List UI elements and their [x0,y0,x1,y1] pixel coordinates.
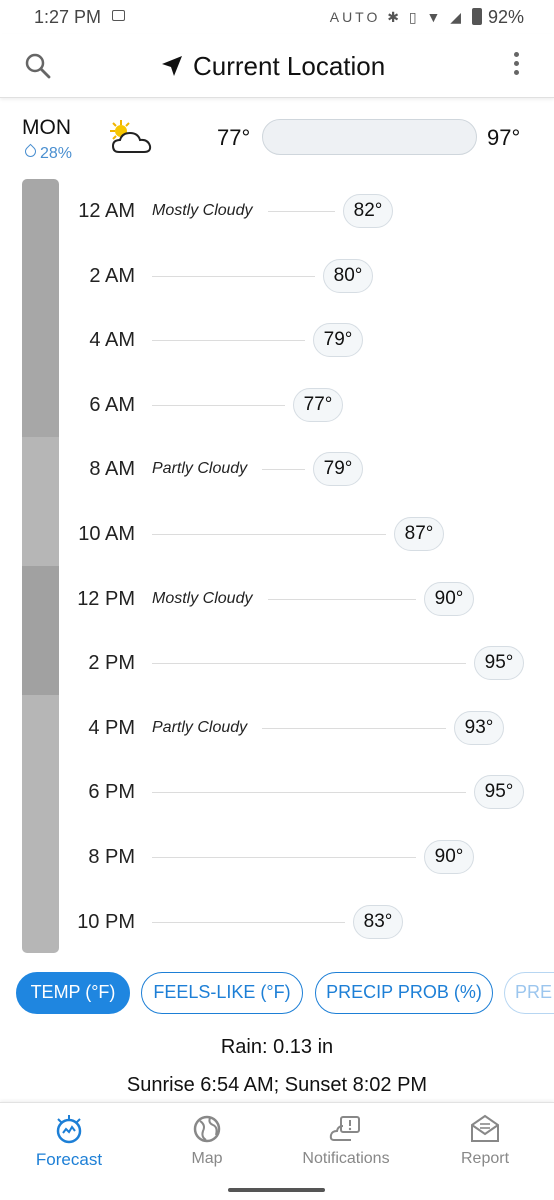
temp-pill: 95° [474,646,524,680]
temp-pill: 77° [293,388,343,422]
hourly-row[interactable]: 6 AM 77° [0,385,554,425]
chip-feels-like-f[interactable]: FEELS-LIKE (°F) [141,972,303,1014]
hour-label: 6 PM [88,781,135,803]
temp-pill: 79° [313,452,363,486]
condition-label: Mostly Cloudy [152,202,253,219]
condition-label: Partly Cloudy [152,460,248,477]
rain-total: Rain: 0.13 in [220,1036,334,1058]
chip-temp-f[interactable]: TEMP (°F) [16,972,130,1014]
nav-label: Forecast [35,1150,103,1169]
temp-pill: 82° [343,194,393,228]
gesture-bar[interactable] [228,1188,325,1192]
hour-label: 2 PM [88,652,135,674]
nav-report[interactable]: Report [416,1103,554,1183]
hourly-row[interactable]: 8 PM 90° [0,837,554,877]
condition-label: Mostly Cloudy [152,590,253,607]
sunrise-sunset: Sunrise 6:54 AM; Sunset 8:02 PM [126,1074,428,1096]
hourly-row[interactable]: 2 PM 95° [0,643,554,683]
temp-pill: 93° [454,711,504,745]
temp-guide-line [152,922,346,923]
temp-guide-line [152,276,316,277]
hour-label: 12 AM [78,200,135,222]
hourly-row[interactable]: 10 AM 87° [0,514,554,554]
hour-label: 10 PM [77,911,135,933]
temp-pill: 90° [424,582,474,616]
globe-icon [193,1115,221,1143]
hourly-row[interactable]: 12 AM Mostly Cloudy 82° [0,191,554,231]
temp-pill: 87° [394,517,444,551]
app-header: Current Location [0,34,554,98]
droplet-icon [22,143,39,160]
temp-guide-line [152,663,466,664]
temp-pill: 90° [424,840,474,874]
status-time: 1:27 PM [34,7,102,27]
hourly-row[interactable]: 4 PM Partly Cloudy 93° [0,708,554,748]
day-label: MON [22,116,71,139]
temp-guide-line [152,857,416,858]
battery-percent: 92% [488,7,525,27]
partly-cloudy-icon [110,120,152,153]
nav-label: Notifications [302,1150,390,1167]
notifications-icon [329,1116,360,1141]
hourly-row[interactable]: 2 AM 80° [0,256,554,296]
image-notification-icon [112,10,125,21]
hour-label: 4 PM [88,717,135,739]
forecast-icon [56,1115,82,1144]
nav-notifications[interactable]: Notifications [277,1103,415,1183]
temp-guide-line [262,469,306,470]
hour-label: 10 AM [78,523,135,545]
hourly-row[interactable]: 12 PM Mostly Cloudy 90° [0,579,554,619]
more-options-icon[interactable] [508,52,524,80]
temp-range-bar [262,119,477,155]
status-bar: 1:27 PM AUTO ✱ ▯ ▼ ◢ 92% [0,0,554,34]
temp-pill: 83° [353,905,403,939]
hourly-row[interactable]: 6 PM 95° [0,772,554,812]
temp-pill: 79° [313,323,363,357]
status-icons: AUTO ✱ ▯ ▼ ◢ [329,9,464,25]
nav-map[interactable]: Map [138,1103,276,1183]
temp-guide-line [268,599,416,600]
search-icon[interactable] [24,52,52,80]
precip-value: 28% [40,145,73,162]
low-temp: 77° [217,125,251,150]
chip-pre[interactable]: PRE [504,972,554,1014]
high-temp: 97° [487,125,521,150]
temp-guide-line [152,534,386,535]
condition-label: Partly Cloudy [152,719,248,736]
temp-pill: 95° [474,775,524,809]
precip-chance: 28% [22,143,73,163]
nav-label: Map [191,1150,223,1167]
temp-pill: 80° [323,259,373,293]
hourly-row[interactable]: 4 AM 79° [0,320,554,360]
hour-label: 6 AM [89,394,135,416]
chip-precip-prob[interactable]: PRECIP PROB (%) [315,972,493,1014]
nav-forecast[interactable]: Forecast [0,1103,138,1183]
temp-guide-line [262,728,446,729]
hour-label: 4 AM [89,329,135,351]
hourly-row[interactable]: 8 AM Partly Cloudy 79° [0,449,554,489]
bottom-nav: Forecast Map Notifications Report [0,1102,554,1183]
hour-label: 8 AM [89,458,135,480]
battery-icon [472,8,482,25]
nav-label: Report [460,1150,510,1167]
temp-guide-line [268,211,336,212]
temp-guide-line [152,792,466,793]
hour-label: 8 PM [88,846,135,868]
temp-guide-line [152,340,306,341]
hour-label: 2 AM [89,265,135,287]
hour-label: 12 PM [77,588,135,610]
page-title[interactable]: Current Location [193,51,385,82]
hourly-row[interactable]: 10 PM 83° [0,902,554,942]
temp-guide-line [152,405,285,406]
location-arrow-icon [162,56,182,76]
report-icon [471,1114,499,1142]
